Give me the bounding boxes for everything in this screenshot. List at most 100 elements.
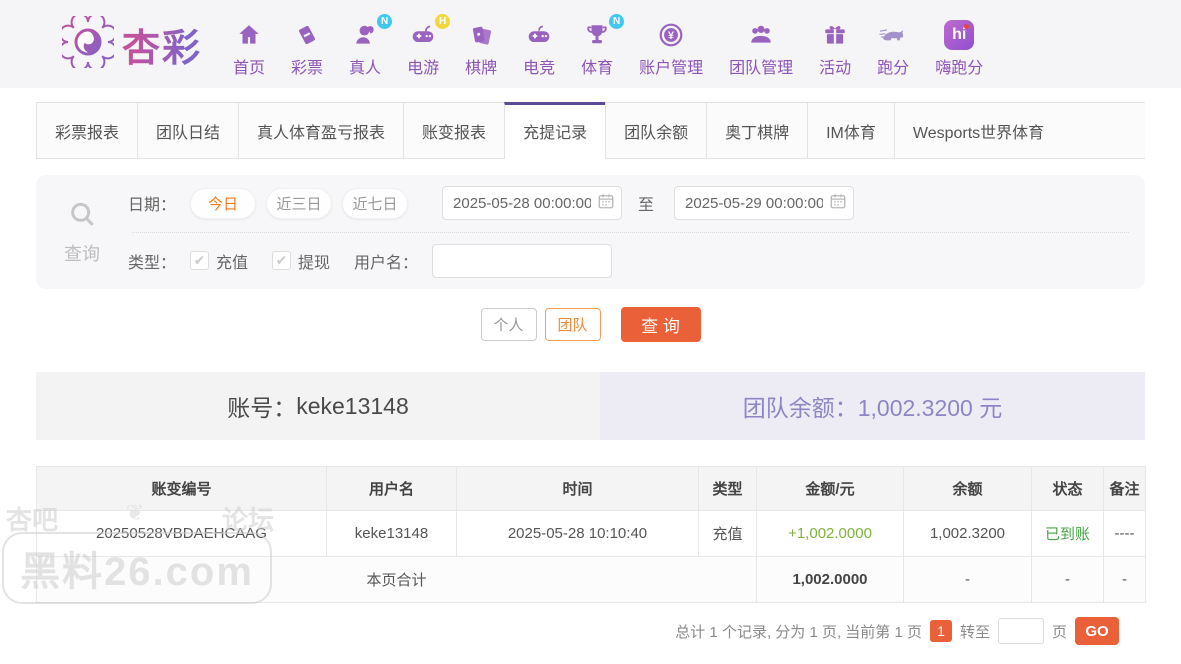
date-from-input[interactable] — [453, 194, 592, 212]
calendar-icon[interactable] — [829, 192, 847, 215]
pagination-bar: 总计 1 个记录, 分为 1 页, 当前第 1 页 1 转至 页 GO — [36, 617, 1145, 645]
team-balance-label: 团队余额： — [742, 395, 858, 421]
account-summary-bar: 账号： keke13148 团队余额： 1,002.3200 元 — [36, 372, 1145, 440]
nav-label: 棋牌 — [465, 60, 498, 77]
go-button[interactable]: GO — [1075, 617, 1119, 645]
date-from-field[interactable] — [442, 186, 623, 221]
range-3days-button[interactable]: 近三日 — [266, 187, 333, 219]
filter-panel: 查询 日期： 今日 近三日 近七日 至 — [36, 175, 1145, 289]
nav-item-lottery[interactable]: 彩票 — [278, 10, 336, 78]
checkbox-withdraw[interactable]: ✔ 提现 — [272, 249, 330, 273]
live-person-icon — [352, 20, 378, 50]
nav-label: 真人 — [349, 60, 382, 77]
report-tabs: 彩票报表 团队日结 真人体育盈亏报表 账变报表 充提记录 团队余额 奥丁棋牌 I… — [36, 102, 1145, 159]
query-button[interactable]: 查 询 — [620, 307, 701, 342]
cell-balance: 1,002.3200 — [903, 510, 1032, 557]
cell-change-id: 20250528VBDAEHCAAG — [36, 510, 327, 557]
page-1-button[interactable]: 1 — [929, 620, 952, 642]
team-button[interactable]: 团队 — [544, 308, 601, 341]
gift-icon — [822, 20, 848, 50]
nav-label: 彩票 — [291, 60, 324, 77]
action-buttons-row: 个人 团队 查 询 — [36, 307, 1145, 342]
tab-team-balance[interactable]: 团队余额 — [605, 102, 707, 158]
top-navigation-bar: 杏彩 首页 彩票 N 真人 H 电游 棋牌 电竞 N 体育 ¥ 账户管理 团队管… — [0, 0, 1181, 88]
team-balance: 团队余额： 1,002.3200 元 — [600, 372, 1145, 440]
summary-balance: - — [903, 556, 1032, 603]
tab-aoding-chess[interactable]: 奥丁棋牌 — [706, 102, 808, 158]
nav-item-esports[interactable]: 电竞 — [510, 10, 568, 78]
main-nav: 首页 彩票 N 真人 H 电游 棋牌 电竞 N 体育 ¥ 账户管理 团队管理 活… — [220, 10, 996, 78]
team-balance-value: 1,002.3200 元 — [857, 395, 1003, 421]
calendar-icon[interactable] — [597, 192, 615, 215]
checkbox-icon[interactable]: ✔ — [190, 251, 210, 271]
type-label: 类型： — [128, 254, 177, 272]
brand-logo[interactable]: 杏彩 — [59, 12, 202, 73]
nav-item-live[interactable]: N 真人 — [336, 10, 394, 78]
range-7days-button[interactable]: 近七日 — [342, 187, 409, 219]
nav-item-paofen[interactable]: 跑分 — [864, 10, 922, 78]
personal-button[interactable]: 个人 — [480, 308, 537, 341]
cell-username: keke13148 — [326, 510, 457, 557]
tab-lottery-report[interactable]: 彩票报表 — [36, 102, 138, 158]
checkbox-icon[interactable]: ✔ — [272, 251, 292, 271]
account-value: keke13148 — [296, 392, 409, 419]
username-input[interactable] — [432, 243, 613, 278]
team-people-icon — [747, 20, 775, 50]
checkbox-deposit[interactable]: ✔ 充值 — [190, 249, 248, 273]
nav-label: 跑分 — [877, 60, 910, 77]
tab-account-change-report[interactable]: 账变报表 — [403, 102, 505, 158]
cell-remark: ---- — [1103, 510, 1146, 557]
cell-status: 已到账 — [1031, 510, 1104, 557]
table-row: 20250528VBDAEHCAAG keke13148 2025-05-28 … — [36, 510, 1146, 557]
tab-wesports[interactable]: Wesports世界体育 — [893, 102, 1063, 158]
nav-label: 体育 — [581, 60, 614, 77]
col-balance: 余额 — [903, 466, 1032, 511]
date-to-input[interactable] — [685, 194, 824, 212]
nav-item-egames[interactable]: H 电游 — [394, 10, 452, 78]
account-number: 账号： keke13148 — [36, 372, 600, 440]
summary-status: - — [1031, 556, 1104, 603]
tab-team-daily[interactable]: 团队日结 — [137, 102, 239, 158]
ticket-icon — [294, 20, 320, 50]
date-label: 日期： — [128, 197, 177, 215]
col-remark: 备注 — [1103, 466, 1146, 511]
nav-item-account-management[interactable]: ¥ 账户管理 — [626, 10, 716, 78]
tab-deposit-withdraw-records[interactable]: 充提记录 — [504, 102, 606, 159]
tab-filler — [1062, 102, 1145, 158]
nav-badge-n: N — [377, 14, 393, 29]
nav-badge-h: H — [435, 14, 451, 29]
col-change-id: 账变编号 — [36, 466, 327, 511]
tab-im-sports[interactable]: IM体育 — [807, 102, 894, 158]
nav-item-activity[interactable]: 活动 — [806, 10, 864, 78]
page-unit-label: 页 — [1051, 623, 1067, 641]
search-side-label: 查询 — [64, 243, 100, 264]
table-header-row: 账变编号 用户名 时间 类型 金额/元 余额 状态 备注 — [36, 466, 1146, 511]
date-range-to-label: 至 — [638, 197, 655, 215]
checkbox-deposit-label: 充值 — [216, 254, 249, 272]
pagination-summary: 总计 1 个记录, 分为 1 页, 当前第 1 页 — [675, 623, 922, 641]
summary-amount: 1,002.0000 — [756, 556, 904, 603]
esports-gamepad-icon — [525, 20, 553, 50]
records-table: 账变编号 用户名 时间 类型 金额/元 余额 状态 备注 20250528VBD… — [36, 466, 1146, 603]
nav-item-sports[interactable]: N 体育 — [568, 10, 626, 78]
trophy-icon — [584, 20, 610, 50]
range-today-button[interactable]: 今日 — [190, 187, 257, 219]
nav-label: 团队管理 — [729, 60, 794, 77]
cell-time: 2025-05-28 10:10:40 — [456, 510, 699, 557]
goto-page-input[interactable] — [997, 618, 1044, 644]
nav-item-hi-paofen[interactable]: hi 嗨跑分 — [922, 10, 996, 78]
cell-amount: +1,002.0000 — [756, 510, 904, 557]
col-amount: 金额/元 — [756, 466, 904, 511]
cell-type: 充值 — [698, 510, 757, 557]
nav-item-chess[interactable]: 棋牌 — [452, 10, 510, 78]
nav-item-home[interactable]: 首页 — [220, 10, 278, 78]
nav-item-team-management[interactable]: 团队管理 — [716, 10, 806, 78]
type-filter-row: 类型： ✔ 充值 ✔ 提现 用户名： — [128, 233, 1129, 290]
tab-live-sports-pnl[interactable]: 真人体育盈亏报表 — [238, 102, 404, 158]
col-type: 类型 — [698, 466, 757, 511]
nav-label: 账户管理 — [639, 60, 704, 77]
gamepad-icon — [409, 20, 437, 50]
date-to-field[interactable] — [674, 186, 855, 221]
nav-badge-n: N — [609, 14, 625, 29]
search-side-button[interactable]: 查询 — [36, 175, 128, 289]
